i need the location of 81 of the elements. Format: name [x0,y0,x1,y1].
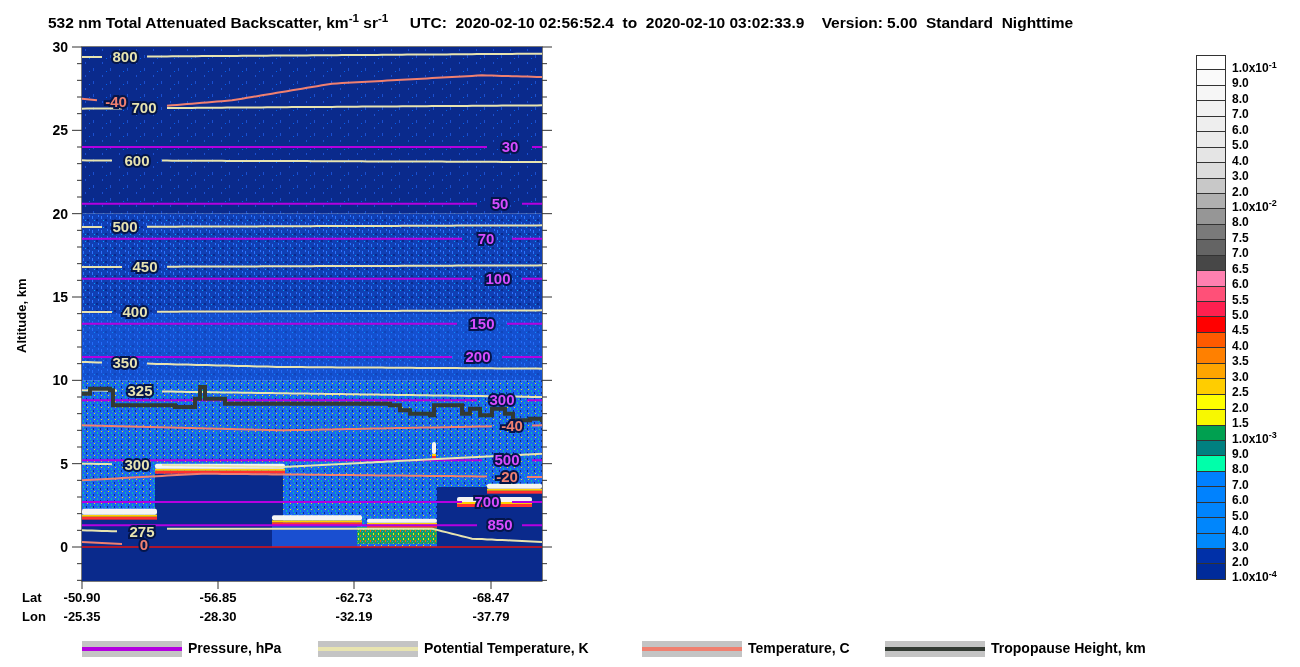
contour-label: -40 [501,416,523,434]
contour-label: 150 [469,314,495,332]
colorbar-label: 9.0 [1231,446,1249,463]
colorbar-label: 1.0x10$^{-3}$ [1231,431,1277,447]
tick-label: 30 [52,39,68,55]
contour-label: 100 [485,269,511,287]
axis-title: Lat [22,590,42,606]
contour-label: 350 [112,354,138,372]
cloud-layer [432,442,436,459]
contour-label: 325 [127,382,153,400]
colorbar-label: 1.0x10$^{-1}$ [1231,61,1277,77]
colorbar-label: 7.0 [1231,107,1249,123]
contour-label: 50 [491,194,509,212]
contour-label: 500 [112,217,138,235]
contour-label: 600 [124,151,150,169]
colorbar-label: 5.0 [1231,508,1249,525]
colorbar-label: 2.5 [1231,385,1249,401]
colorbar-label: 6.0 [1231,277,1249,293]
contour-label: 400 [122,302,148,320]
colorbar-label: 5.5 [1231,292,1249,308]
colorbar-label: 5.0 [1231,308,1249,324]
contour-label: 30 [501,138,519,155]
colorbar-label: 4.5 [1231,323,1249,339]
colorbar-label: 4.0 [1231,338,1249,355]
colorbar-label: 8.0 [1231,462,1249,478]
tick-label: 20 [52,205,68,222]
contour-label: 70 [477,229,495,247]
colorbar-label: 6.5 [1231,261,1249,278]
colorbar-label: 1.0x10$^{-2}$ [1231,199,1277,216]
colorbar-label: 1.5 [1231,416,1249,432]
colorbar-label: 7.0 [1231,477,1249,494]
contour-label: -40 [105,93,127,111]
contour-label: 275 [129,523,155,540]
tick-label: -37.79 [471,609,511,625]
tick-label: 0 [60,539,68,555]
colorbar-label: 2.0 [1231,400,1249,417]
contour-label: 200 [465,348,491,365]
colorbar-label: 2.0 [1231,555,1249,571]
tick-label: 25 [52,122,68,139]
colorbar-label: 5.0 [1231,138,1249,154]
tick-label: -68.47 [471,590,511,606]
tick-label: -62.73 [334,590,374,606]
chart-title: 532 nm Total Attenuated Backscatter, km$^{-1}$ sr$^{-1}$ UTC: 2020-02-10 02:56:52.4 to 2020-02-10 03:02:33.9 Version: 5.00 Standard Nighttime [48,14,1074,32]
legend-label: Pressure, hPa [188,639,282,658]
axis-title: Lon [22,609,46,625]
colorbar-label: 3.0 [1231,539,1249,555]
colorbar-label: 4.0 [1231,524,1249,540]
tick-label: -50.90 [62,590,102,606]
legend-label: Temperature, C [748,639,850,658]
tick-label: -28.30 [198,609,238,625]
legend-label: Potential Temperature, K [424,639,589,658]
tick-label: 5 [60,455,68,472]
colorbar-label: 8.0 [1231,91,1249,108]
tick-label: -25.35 [62,609,102,625]
colorbar-label: 7.0 [1231,246,1249,262]
contour-label: 800 [112,47,138,65]
contour-label: 450 [132,257,158,275]
colorbar-label: 6.0 [1231,122,1249,139]
tick-label: 10 [52,372,68,389]
colorbar-label: 3.0 [1231,369,1249,386]
colorbar-label: 1.0x10$^{-4}$ [1231,570,1277,586]
colorbar-label: 8.0 [1231,215,1249,231]
tick-label: 15 [52,289,68,305]
colorbar-label: 6.0 [1231,493,1249,509]
contour-label: 300 [124,455,150,473]
contour-label: -20 [496,467,518,485]
colorbar-label: 2.0 [1231,184,1249,200]
tick-label: -56.85 [198,590,238,606]
contour-label: 700 [474,493,500,510]
contour-label: 850 [487,516,513,534]
colorbar-label: 4.0 [1231,153,1249,170]
colorbar-label: 7.5 [1231,230,1249,247]
tick-label: -32.19 [334,609,374,625]
colorbar-label: 3.5 [1231,354,1249,370]
axis-title: Altitude, km [13,277,31,355]
colorbar-label: 3.0 [1231,169,1249,185]
cloud-layer [367,518,437,528]
legend-label: Tropopause Height, km [991,639,1146,658]
contour-label: 700 [131,99,157,117]
colorbar-label: 9.0 [1231,76,1249,92]
cloud-layer [487,483,542,494]
